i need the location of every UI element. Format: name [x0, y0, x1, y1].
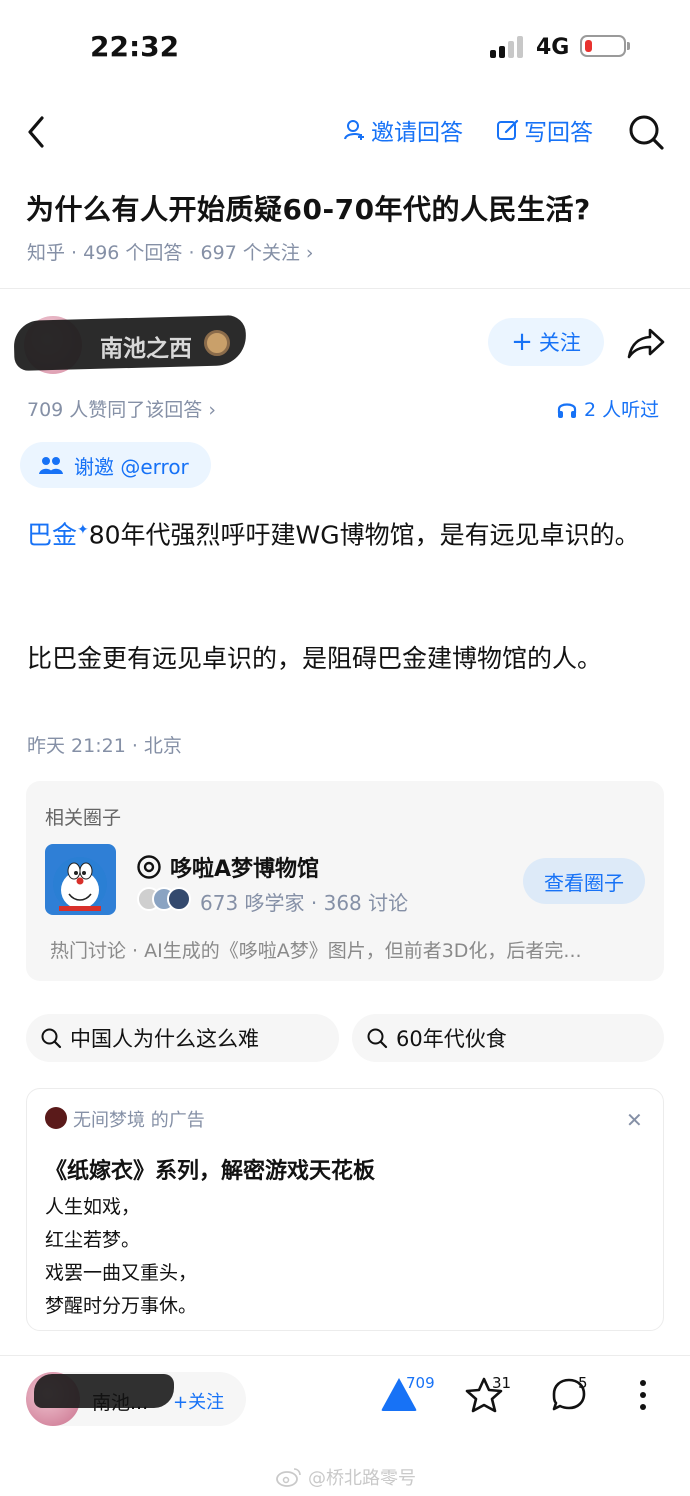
invite-answer-label: 邀请回答	[371, 120, 463, 146]
ad-line-1: 人生如戏，	[45, 1196, 141, 1218]
favorite-count: 31	[492, 1374, 512, 1392]
invite-answer-button[interactable]: 邀请回答	[343, 113, 463, 147]
question-title[interactable]: 为什么有人开始质疑60-70年代的人民生活?	[26, 188, 591, 228]
search-icon	[367, 1028, 388, 1049]
network-label: 4G	[536, 35, 570, 60]
close-icon[interactable]: ✕	[626, 1108, 643, 1132]
bottom-author-name[interactable]: 南池...	[92, 1388, 148, 1415]
plus-icon: +	[511, 327, 533, 357]
header-divider	[0, 288, 690, 289]
view-circle-button[interactable]: 查看圈子	[523, 858, 645, 904]
listen-count[interactable]: 2 人听过	[556, 395, 659, 422]
search-chip-1-label: 中国人为什么这么难	[70, 1027, 259, 1051]
circle-stats: 673 哆学家 · 368 讨论	[200, 891, 409, 915]
question-meta[interactable]: 知乎 · 496 个回答 · 697 个关注 ›	[27, 238, 314, 265]
search-chip-1[interactable]: 中国人为什么这么难	[26, 1014, 339, 1062]
search-chip-2-label: 60年代伙食	[396, 1027, 507, 1051]
answer-paragraph-2: 比巴金更有远见卓识的，是阻碍巴金建博物馆的人。	[27, 644, 603, 673]
edit-icon	[497, 119, 519, 140]
author-badge-icon	[204, 330, 230, 356]
circle-name[interactable]: 哆啦A梦博物馆	[136, 851, 319, 883]
follow-button[interactable]: + 关注	[488, 318, 604, 366]
listen-label: 2 人听过	[584, 399, 660, 421]
sparkle-icon: ✦	[77, 522, 89, 538]
write-answer-label: 写回答	[524, 120, 593, 146]
circle-thumbnail[interactable]	[45, 844, 116, 915]
share-icon[interactable]	[626, 326, 666, 360]
ad-line-3: 戏罢一曲又重头，	[45, 1262, 198, 1284]
headphones-icon	[557, 402, 577, 418]
circle-name-label: 哆啦A梦博物馆	[170, 857, 320, 882]
upvote-summary[interactable]: 709 人赞同了该回答 ›	[27, 395, 216, 422]
post-time-location: 昨天 21:21 · 北京	[27, 735, 182, 757]
invite-chip[interactable]: 谢邀 @error	[20, 442, 211, 488]
invite-chip-label: 谢邀 @error	[74, 454, 189, 479]
person-add-icon	[344, 120, 364, 140]
status-time: 22:32	[90, 30, 180, 63]
bottom-follow-button[interactable]: +关注	[173, 1388, 224, 1414]
comment-count: 5	[578, 1374, 588, 1392]
group-icon	[39, 457, 63, 474]
keyword-link[interactable]: 巴金	[27, 520, 77, 549]
circle-target-icon	[137, 855, 161, 879]
author-name[interactable]: 南池之西	[100, 329, 192, 363]
ad-title[interactable]: 《纸嫁衣》系列，解密游戏天花板	[45, 1153, 375, 1185]
follow-label: 关注	[538, 331, 581, 355]
answer-paragraph-1-text: 80年代强烈呼吁建WG博物馆，是有远见卓识的。	[88, 520, 640, 550]
search-icon	[41, 1028, 62, 1049]
more-icon[interactable]	[636, 1376, 650, 1414]
advertiser-logo	[45, 1107, 67, 1129]
answer-paragraph-1: 巴金✦80年代强烈呼吁建WG博物馆，是有远见卓识的。	[27, 508, 667, 557]
write-answer-button[interactable]: 写回答	[496, 113, 593, 147]
ad-source: 无间梦境 的广告	[73, 1110, 205, 1131]
search-icon[interactable]	[626, 112, 666, 152]
related-circle-header: 相关圈子	[45, 807, 122, 829]
ad-line-4: 梦醒时分万事休。	[45, 1295, 198, 1317]
search-chip-2[interactable]: 60年代伙食	[352, 1014, 664, 1062]
back-arrow-icon[interactable]	[22, 112, 52, 152]
watermark: @桥北路零号	[276, 1464, 416, 1490]
battery-icon	[580, 35, 626, 57]
circle-hot-discussion[interactable]: 热门讨论 · AI生成的《哆啦A梦》图片，但前者3D化，后者完...	[50, 936, 650, 963]
member-avatars	[137, 887, 191, 911]
battery-tip	[627, 42, 630, 50]
bottom-bar-divider	[0, 1355, 690, 1356]
ad-line-2: 红尘若梦。	[45, 1229, 141, 1251]
watermark-text: @桥北路零号	[308, 1468, 416, 1489]
signal-icon	[490, 36, 524, 58]
weibo-icon	[276, 1468, 301, 1487]
upvote-count: 709	[406, 1374, 435, 1392]
